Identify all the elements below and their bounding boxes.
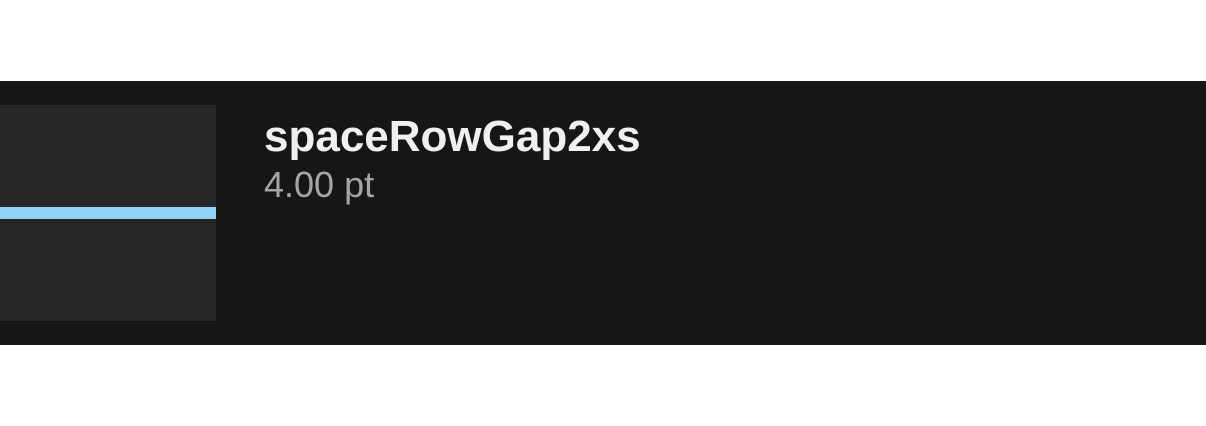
token-row: spaceRowGap2xs 4.00 pt (0, 81, 1206, 345)
token-name: spaceRowGap2xs (264, 112, 641, 161)
token-value: 4.00 pt (264, 164, 375, 205)
token-preview (0, 105, 216, 321)
token-meta: spaceRowGap2xs 4.00 pt (264, 111, 641, 207)
page: spaceRowGap2xs 4.00 pt (0, 0, 1206, 426)
row-gap-indicator (0, 207, 216, 219)
